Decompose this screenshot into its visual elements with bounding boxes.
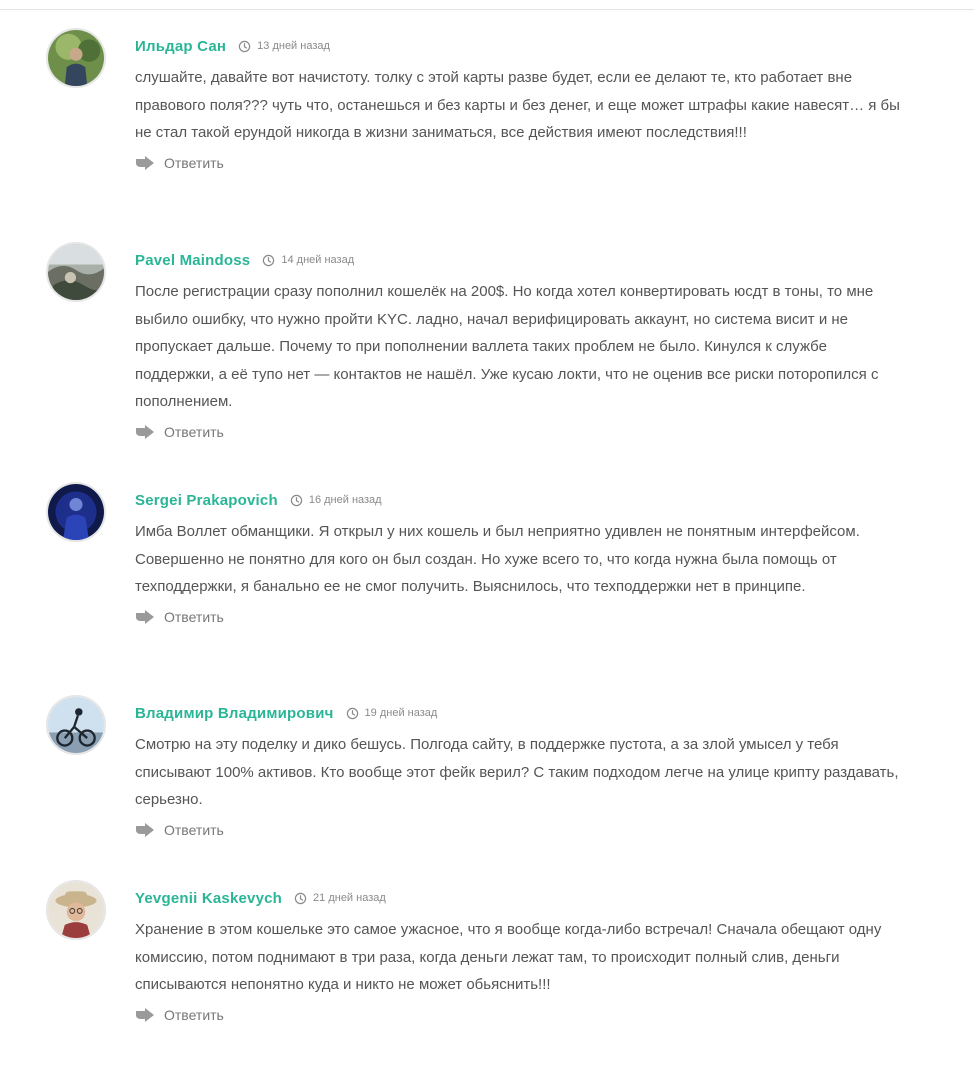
comment-author[interactable]: Sergei Prakapovich (135, 492, 278, 509)
reply-arrow-icon (136, 822, 154, 837)
reply-label: Ответить (164, 608, 224, 625)
reply-button[interactable]: Ответить (135, 609, 224, 625)
comment-author[interactable]: Владимир Владимирович (135, 705, 334, 722)
comment-author[interactable]: Yevgenii Kaskevych (135, 890, 282, 907)
avatar[interactable] (46, 880, 106, 940)
comment-date[interactable]: 13 дней назад (257, 40, 330, 52)
comment-meta: Владимир Владимирович 19 дней назад (135, 695, 910, 731)
comment-body: Ильдар Сан 13 дней назад слушайте, давай… (135, 28, 910, 175)
comment-author[interactable]: Ильдар Сан (135, 38, 226, 55)
reply-label: Ответить (164, 1006, 224, 1023)
comment-text: слушайте, давайте вот начистоту. толку с… (135, 69, 900, 141)
reply-label: Ответить (164, 423, 224, 440)
avatar-image (48, 244, 104, 300)
comment-meta: Ильдар Сан 13 дней назад (135, 28, 910, 64)
clock-icon (294, 892, 307, 904)
comment-author[interactable]: Pavel Maindoss (135, 252, 250, 269)
comment-text: Смотрю на эту поделку и дико бешусь. Пол… (135, 736, 899, 808)
avatar[interactable] (46, 695, 106, 755)
comment-meta: Yevgenii Kaskevych 21 дней назад (135, 880, 910, 916)
clock-icon (263, 254, 275, 266)
comment-text: После регистрации сразу пополнил кошелёк… (135, 283, 879, 410)
clock-icon (346, 707, 358, 719)
reply-label: Ответить (164, 821, 224, 838)
comment-meta: Pavel Maindoss 14 дней назад (135, 242, 910, 278)
clock-icon (290, 494, 303, 506)
reply-button[interactable]: Ответить (135, 1007, 224, 1023)
avatar[interactable] (46, 482, 106, 542)
avatar-image (48, 697, 104, 753)
top-divider (0, 9, 974, 10)
comment-text: Имба Воллет обманщики. Я открыл у них ко… (135, 523, 860, 595)
reply-arrow-icon (136, 424, 154, 439)
comment-date[interactable]: 16 дней назад (309, 494, 382, 506)
reply-arrow-icon (136, 1007, 154, 1022)
comment-date[interactable]: 21 дней назад (313, 892, 386, 904)
reply-arrow-icon (136, 609, 154, 624)
avatar[interactable] (46, 28, 106, 88)
clock-icon (238, 40, 251, 52)
reply-label: Ответить (164, 154, 224, 171)
reply-arrow-icon (136, 155, 154, 170)
avatar-image (48, 30, 104, 86)
reply-button[interactable]: Ответить (135, 155, 224, 171)
reply-button[interactable]: Ответить (135, 822, 224, 838)
comment-date[interactable]: 19 дней назад (365, 707, 438, 719)
comment-text: Хранение в этом кошельке это самое ужасн… (135, 921, 882, 993)
avatar[interactable] (46, 242, 106, 302)
comment-body: Yevgenii Kaskevych 21 дней назад Хранени… (135, 880, 910, 1027)
comment-body: Владимир Владимирович 19 дней назад Смот… (135, 695, 910, 842)
comment-meta: Sergei Prakapovich 16 дней назад (135, 482, 910, 518)
comment-date[interactable]: 14 дней назад (281, 254, 354, 266)
reply-button[interactable]: Ответить (135, 424, 224, 440)
avatar-image (48, 882, 104, 938)
comment-body: Sergei Prakapovich 16 дней назад Имба Во… (135, 482, 910, 629)
avatar-image (48, 484, 104, 540)
comment-body: Pavel Maindoss 14 дней назад После регис… (135, 242, 910, 444)
